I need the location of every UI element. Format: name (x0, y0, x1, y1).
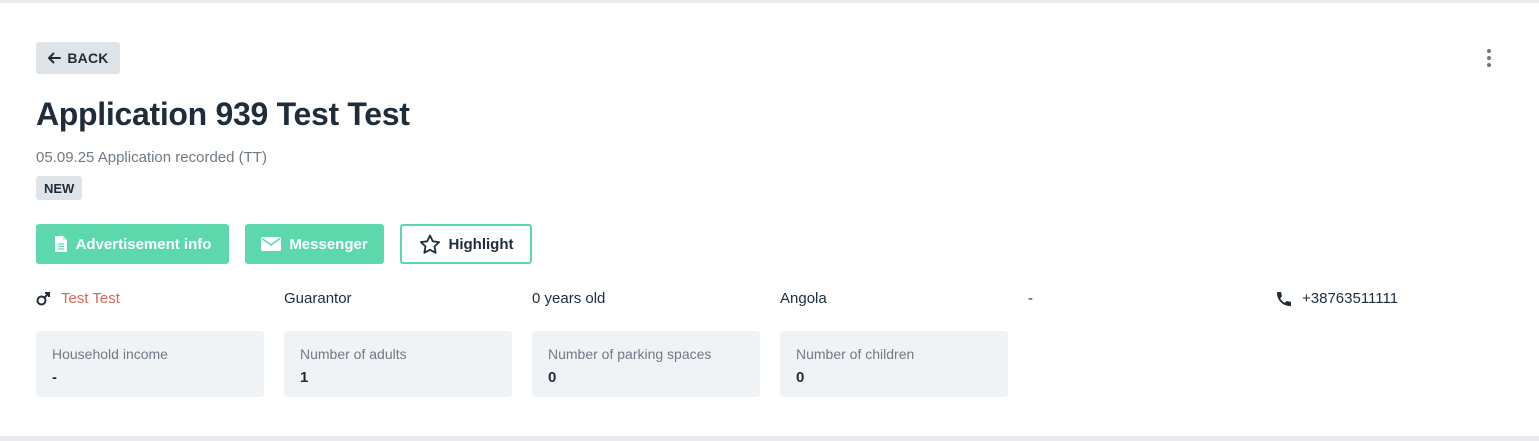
highlight-label: Highlight (448, 235, 514, 253)
stat-value: 0 (548, 369, 557, 386)
application-card: BACK Application 939 Test Test 05.09.25 … (0, 3, 1539, 436)
stat-label: Number of parking spaces (548, 346, 712, 362)
applicant-name-cell: Test Test (36, 290, 120, 307)
star-icon (419, 234, 440, 254)
document-icon (54, 236, 67, 252)
stat-label: Number of children (796, 346, 915, 362)
envelope-icon (261, 237, 282, 251)
stat-value: - (52, 369, 57, 386)
applicant-age: 0 years old (532, 290, 606, 307)
applicant-phone[interactable]: +38763511111 (1302, 290, 1398, 307)
stat-number-of-parking-spaces: Number of parking spaces 0 (532, 331, 760, 397)
messenger-button[interactable]: Messenger (245, 224, 384, 264)
page-title: Application 939 Test Test (36, 96, 410, 132)
applicant-role: Guarantor (284, 290, 352, 307)
stat-label: Number of adults (300, 346, 407, 362)
applicant-info-row: Test Test Guarantor 0 years old Angola -… (0, 290, 1539, 310)
stat-value: 1 (300, 369, 309, 386)
back-button-label: BACK (67, 50, 109, 66)
applicant-extra: - (1028, 290, 1033, 307)
phone-icon (1277, 291, 1291, 306)
stat-value: 0 (796, 369, 805, 386)
male-icon (36, 292, 50, 306)
stat-label: Household income (52, 346, 168, 362)
highlight-button[interactable]: Highlight (400, 224, 532, 264)
applicant-name-link[interactable]: Test Test (61, 290, 120, 307)
advertisement-info-button[interactable]: Advertisement info (36, 224, 229, 264)
stat-number-of-children: Number of children 0 (780, 331, 1008, 397)
applicant-country: Angola (780, 290, 827, 307)
recorded-date: 05.09.25 Application recorded (TT) (36, 149, 267, 166)
arrow-left-icon (48, 52, 62, 64)
status-badge: NEW (36, 176, 83, 200)
more-options-icon[interactable] (1480, 47, 1498, 69)
back-button[interactable]: BACK (36, 42, 120, 74)
advertisement-info-label: Advertisement info (75, 235, 212, 253)
applicant-phone-cell: +38763511111 (1276, 290, 1398, 307)
messenger-label: Messenger (289, 235, 368, 253)
stat-number-of-adults: Number of adults 1 (284, 331, 512, 397)
stat-household-income: Household income - (36, 331, 264, 397)
